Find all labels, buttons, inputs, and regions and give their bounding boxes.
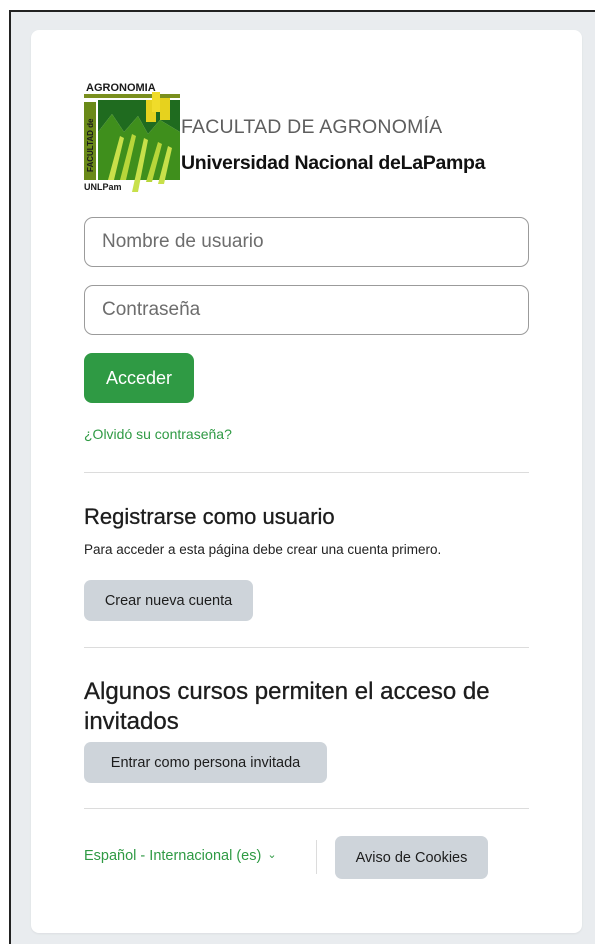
university-name: Universidad Nacional deLaPampa <box>181 152 486 174</box>
signup-note: Para acceder a esta página debe crear un… <box>84 542 442 557</box>
signup-heading: Registrarse como usuario <box>84 504 335 529</box>
agronomia-emblem-icon: AGRONOMIA FACULTAD de UNLPam <box>84 82 180 192</box>
login-button[interactable]: Acceder <box>84 353 194 403</box>
create-account-button[interactable]: Crear nueva cuenta <box>84 580 253 621</box>
emblem-text-bottom: UNLPam <box>84 182 122 192</box>
footer-separator <box>316 840 317 874</box>
cookies-notice-button[interactable]: Aviso de Cookies <box>335 836 488 879</box>
divider <box>84 808 529 809</box>
emblem-text-side: FACULTAD de <box>86 118 95 172</box>
faculty-logo: AGRONOMIA FACULTAD de UNLPam FACULTAD DE… <box>84 80 544 198</box>
username-input[interactable] <box>84 217 529 267</box>
divider <box>84 647 529 648</box>
password-input[interactable] <box>84 285 529 335</box>
divider <box>84 472 529 473</box>
guest-heading: Algunos cursos permiten el acceso de inv… <box>84 678 490 735</box>
emblem-text-top: AGRONOMIA <box>86 82 156 94</box>
chevron-down-icon: ⌄ <box>267 849 277 861</box>
language-selector[interactable]: Español - Internacional (es) ⌄ <box>84 848 277 864</box>
language-label: Español - Internacional (es) <box>84 848 262 864</box>
guest-login-button[interactable]: Entrar como persona invitada <box>84 742 327 783</box>
faculty-name: FACULTAD DE AGRONOMÍA <box>181 116 443 138</box>
forgot-password-link[interactable]: ¿Olvidó su contraseña? <box>84 426 232 442</box>
